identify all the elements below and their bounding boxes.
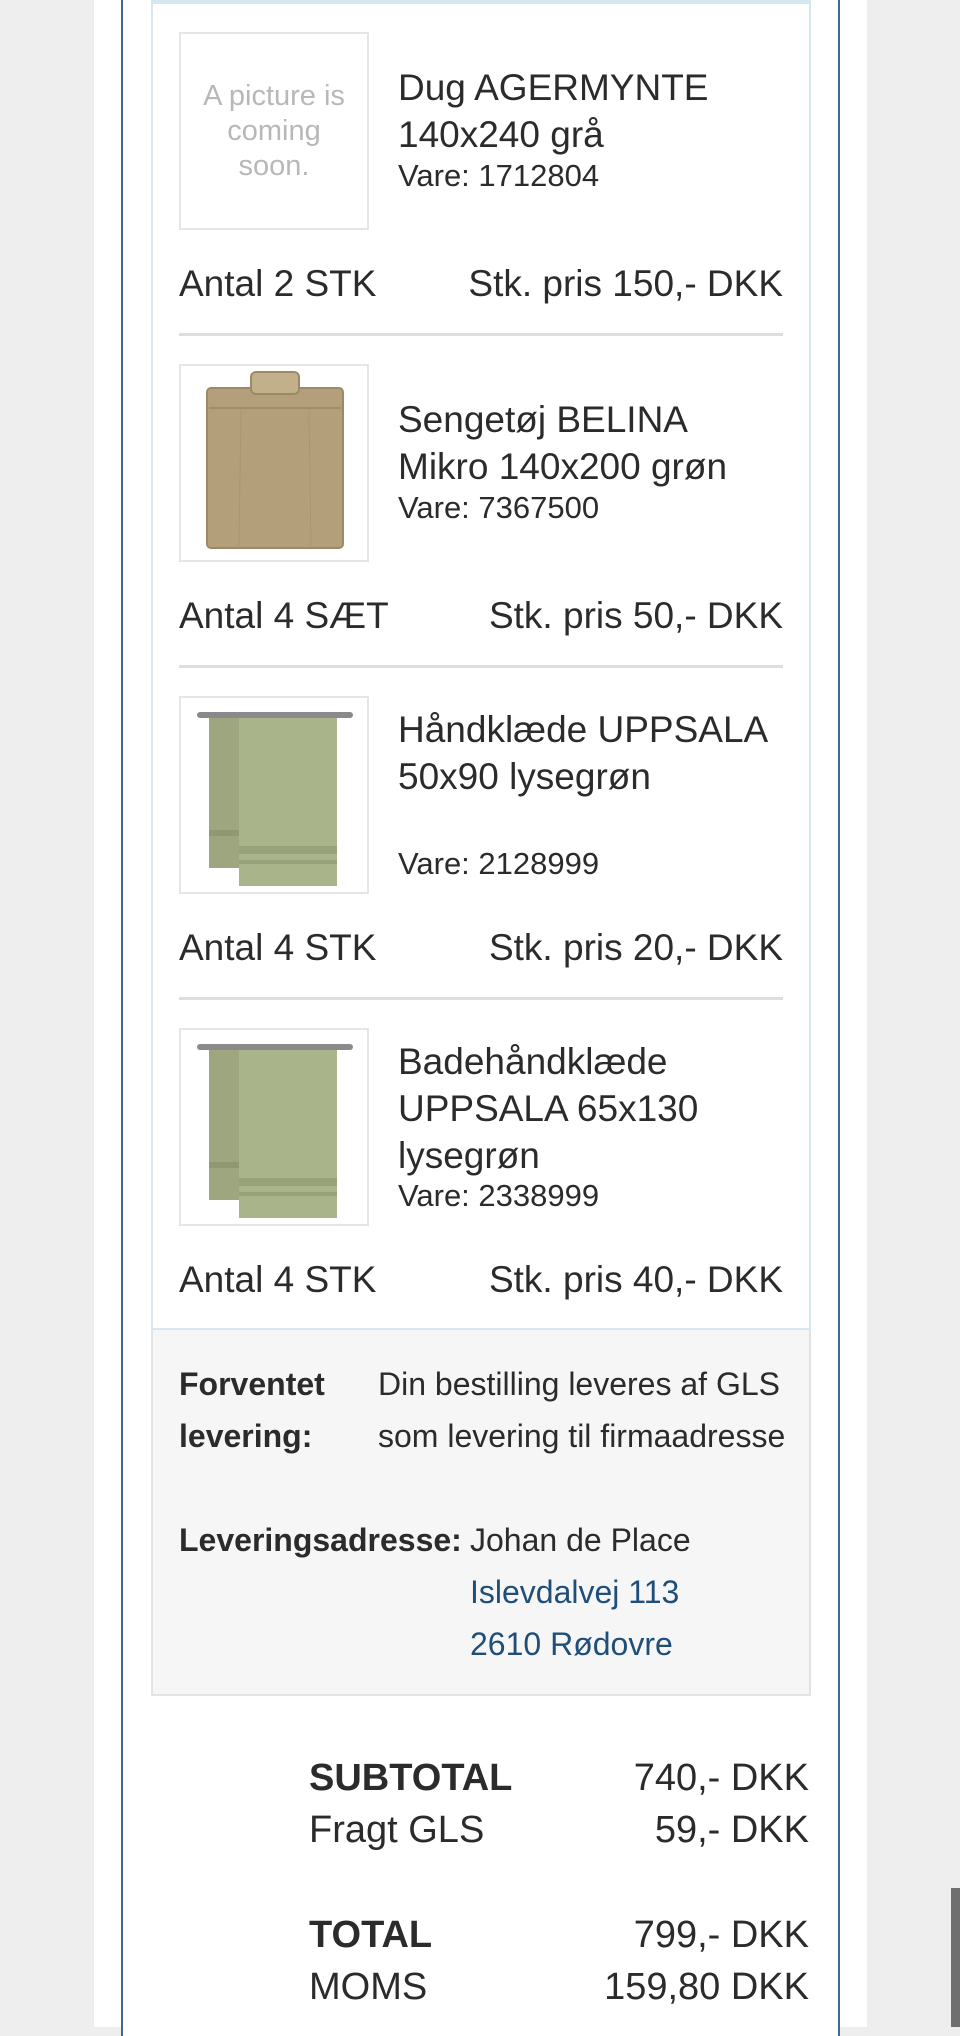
item-divider (179, 333, 783, 336)
towel-icon (197, 1044, 353, 1218)
unit-price-label: Stk. pris 150,- DKK (468, 263, 783, 304)
bedding-icon (206, 371, 344, 549)
quantity-price-row: Antal 4 SÆT Stk. pris 50,- DKK (179, 593, 783, 639)
vat-label: MOMS (309, 1966, 428, 2008)
shipping-row: Fragt GLS 59,- DKK (309, 1804, 809, 1856)
product-sku: Vare: 2128999 (398, 846, 600, 881)
product-image (179, 1028, 369, 1226)
vat-row: MOMS 159,80 DKK (309, 1961, 809, 2013)
unit-price-label: Stk. pris 20,- DKK (488, 927, 783, 968)
subtotal-value: 740,- DKK (633, 1757, 809, 1799)
expected-delivery-text: Din bestilling leveres af GLS som leveri… (378, 1366, 786, 1454)
quantity-price-row: Antal 4 STK Stk. pris 40,- DKK (179, 1257, 783, 1303)
quantity-label: Antal 4 STK (179, 927, 377, 968)
total-row: TOTAL 799,- DKK (309, 1909, 809, 1961)
order-item: Badehåndklæde UPPSALA 65x130 lysegrøn Va… (179, 1028, 783, 1308)
quantity-label: Antal 4 STK (179, 1259, 377, 1300)
quantity-price-row: Antal 2 STK Stk. pris 150,- DKK (179, 261, 783, 307)
order-item: A picture is coming soon. Dug AGERMYNTE … (179, 32, 783, 336)
product-sku: Vare: 1712804 (398, 158, 600, 193)
quantity-label: Antal 2 STK (179, 263, 377, 304)
delivery-address-name: Johan de Place (470, 1522, 691, 1558)
product-title: Håndklæde UPPSALA 50x90 lysegrøn (398, 709, 767, 797)
total-value: 799,- DKK (633, 1914, 809, 1956)
placeholder-text: A picture is coming soon. (203, 79, 345, 182)
product-sku: Vare: 7367500 (398, 490, 600, 525)
towel-icon (197, 712, 353, 886)
product-title: Badehåndklæde UPPSALA 65x130 lysegrøn (398, 1041, 699, 1176)
product-title: Dug AGERMYNTE 140x240 grå (398, 67, 709, 155)
product-title: Sengetøj BELINA Mikro 140x200 grøn (398, 399, 728, 487)
product-image (179, 696, 369, 894)
product-sku: Vare: 2338999 (398, 1178, 600, 1213)
vat-value: 159,80 DKK (604, 1966, 809, 2008)
expected-delivery-label: Forventet levering: (179, 1366, 325, 1454)
subtotal-label: SUBTOTAL (309, 1757, 513, 1799)
quantity-label: Antal 4 SÆT (179, 595, 389, 636)
product-image (179, 364, 369, 562)
delivery-address-street-link[interactable]: Islevdalvej 113 (470, 1566, 790, 1618)
unit-price-label: Stk. pris 40,- DKK (488, 1259, 783, 1300)
delivery-address-label: Leveringsadresse: (179, 1522, 462, 1558)
order-item: Håndklæde UPPSALA 50x90 lysegrøn Vare: 2… (179, 696, 783, 1000)
order-item: Sengetøj BELINA Mikro 140x200 grøn Vare:… (179, 364, 783, 668)
item-divider (179, 665, 783, 668)
unit-price-label: Stk. pris 50,- DKK (488, 595, 783, 636)
shipping-label: Fragt GLS (309, 1809, 485, 1851)
product-image-placeholder: A picture is coming soon. (179, 32, 369, 230)
shipping-value: 59,- DKK (654, 1809, 809, 1851)
delivery-address-city-link[interactable]: 2610 Rødovre (470, 1618, 790, 1670)
item-divider (179, 997, 783, 1000)
quantity-price-row: Antal 4 STK Stk. pris 20,- DKK (179, 925, 783, 971)
order-totals: SUBTOTAL 740,- DKK Fragt GLS 59,- DKK TO… (309, 1752, 809, 2012)
scrollbar-thumb[interactable] (951, 1888, 960, 2027)
total-label: TOTAL (309, 1914, 433, 1956)
subtotal-row: SUBTOTAL 740,- DKK (309, 1752, 809, 1804)
